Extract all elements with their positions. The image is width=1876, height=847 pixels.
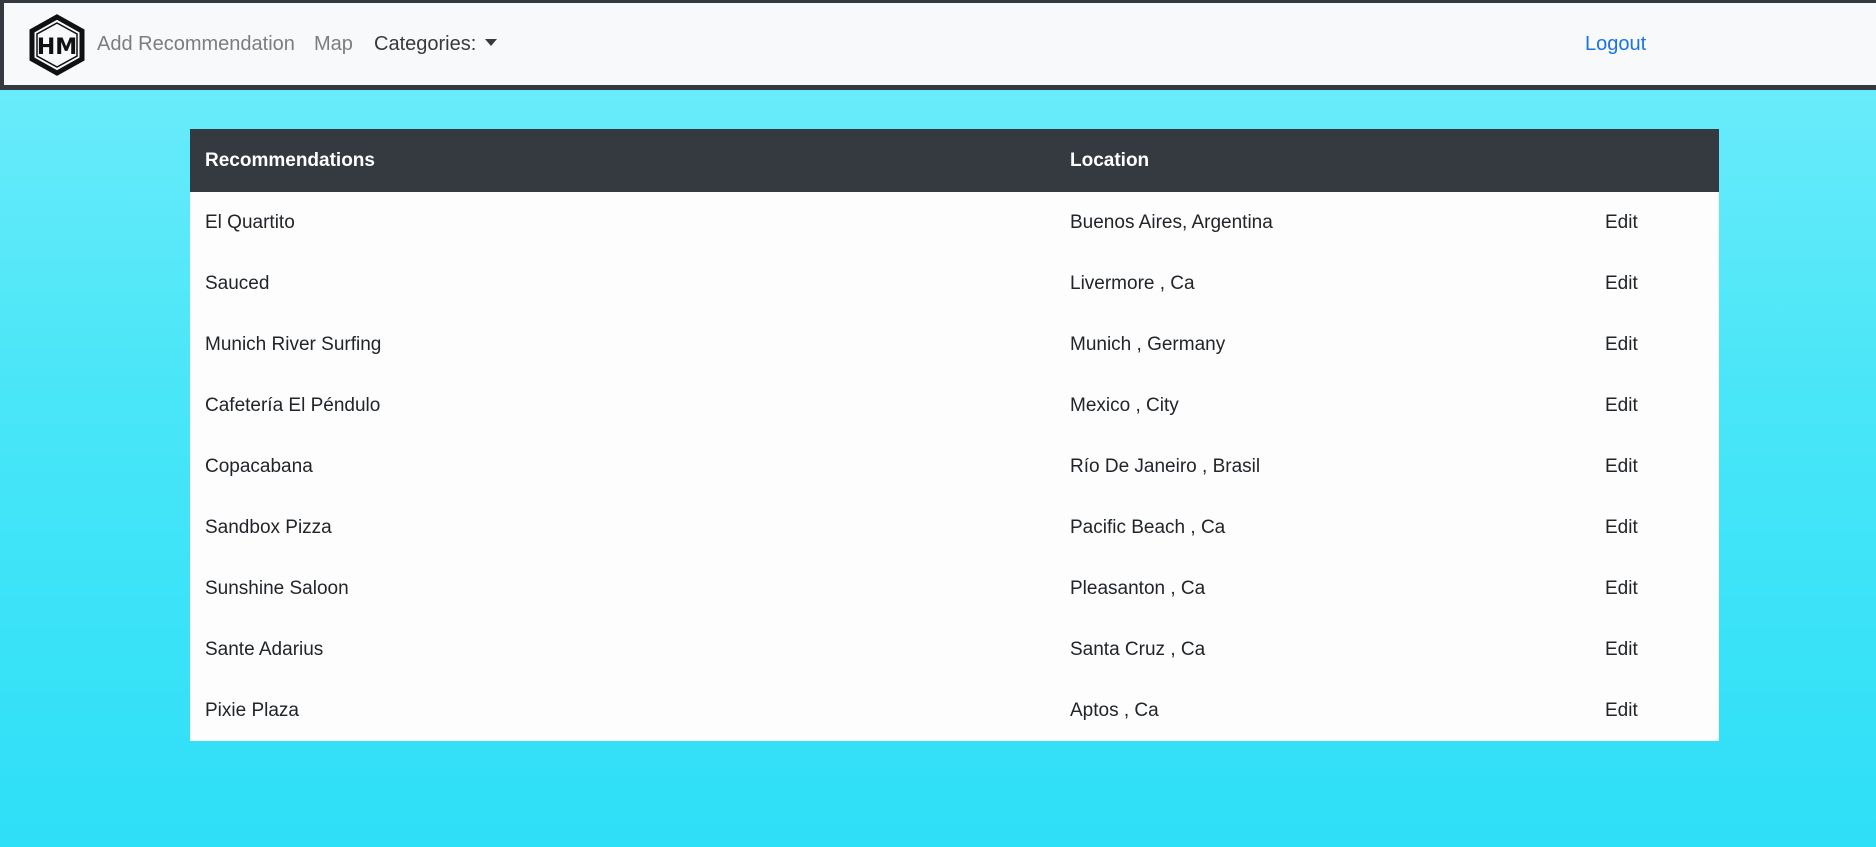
categories-label: Categories: — [374, 33, 477, 55]
edit-link[interactable]: Edit — [1590, 558, 1719, 619]
recommendation-name: Sandbox Pizza — [205, 516, 332, 538]
recommendation-name: Pixie Plaza — [205, 699, 299, 721]
logo-text: HM — [37, 35, 77, 60]
recommendation-name: Munich River Surfing — [205, 333, 382, 355]
logout-link[interactable]: Logout — [1585, 33, 1646, 56]
recommendation-name: Cafetería El Péndulo — [205, 394, 381, 416]
recommendations-table-container: Recommendations Location El Quartito Bue… — [190, 129, 1719, 741]
recommendation-name: Sante Adarius — [205, 638, 324, 660]
table-row: Sunshine Saloon Pleasanton , Ca Edit — [190, 558, 1719, 619]
recommendation-location: Pacific Beach , Ca — [1070, 516, 1226, 538]
table-row: Cafetería El Péndulo Mexico , City Edit — [190, 375, 1719, 436]
table-row: Sauced Livermore , Ca Edit — [190, 253, 1719, 314]
header-actions — [1590, 129, 1719, 192]
caret-down-icon — [485, 39, 498, 46]
navbar: HM Add Recommendation Map Categories: Lo… — [0, 0, 1876, 90]
edit-link[interactable]: Edit — [1590, 680, 1719, 741]
table-row: Copacabana Río De Janeiro , Brasil Edit — [190, 436, 1719, 497]
recommendation-location: Mexico , City — [1070, 394, 1179, 416]
recommendation-name: Sauced — [205, 272, 270, 294]
table-row: Sandbox Pizza Pacific Beach , Ca Edit — [190, 497, 1719, 558]
recommendation-location: Livermore , Ca — [1070, 272, 1195, 294]
table-row: Munich River Surfing Munich , Germany Ed… — [190, 314, 1719, 375]
nav-map[interactable]: Map — [314, 33, 353, 56]
hm-logo-icon[interactable]: HM — [28, 14, 86, 76]
edit-link[interactable]: Edit — [1590, 253, 1719, 314]
categories-dropdown[interactable]: Categories: — [374, 33, 498, 56]
nav-add-recommendation[interactable]: Add Recommendation — [97, 33, 295, 56]
header-recommendations: Recommendations — [205, 149, 375, 171]
recommendation-location: Pleasanton , Ca — [1070, 577, 1206, 599]
edit-link[interactable]: Edit — [1590, 314, 1719, 375]
recommendation-name: Sunshine Saloon — [205, 577, 349, 599]
edit-link[interactable]: Edit — [1590, 192, 1719, 253]
recommendation-location: Buenos Aires, Argentina — [1070, 211, 1273, 233]
recommendation-name: El Quartito — [205, 211, 295, 233]
table-row: El Quartito Buenos Aires, Argentina Edit — [190, 192, 1719, 253]
edit-link[interactable]: Edit — [1590, 436, 1719, 497]
table-header-row: Recommendations Location — [190, 129, 1719, 192]
edit-link[interactable]: Edit — [1590, 375, 1719, 436]
recommendation-location: Munich , Germany — [1070, 333, 1226, 355]
edit-link[interactable]: Edit — [1590, 497, 1719, 558]
table-row: Pixie Plaza Aptos , Ca Edit — [190, 680, 1719, 741]
recommendations-table: Recommendations Location El Quartito Bue… — [190, 129, 1719, 741]
recommendation-location: Aptos , Ca — [1070, 699, 1159, 721]
edit-link[interactable]: Edit — [1590, 619, 1719, 680]
recommendation-location: Río De Janeiro , Brasil — [1070, 455, 1261, 477]
table-row: Sante Adarius Santa Cruz , Ca Edit — [190, 619, 1719, 680]
recommendation-name: Copacabana — [205, 455, 313, 477]
recommendation-location: Santa Cruz , Ca — [1070, 638, 1206, 660]
header-location: Location — [1070, 149, 1150, 171]
